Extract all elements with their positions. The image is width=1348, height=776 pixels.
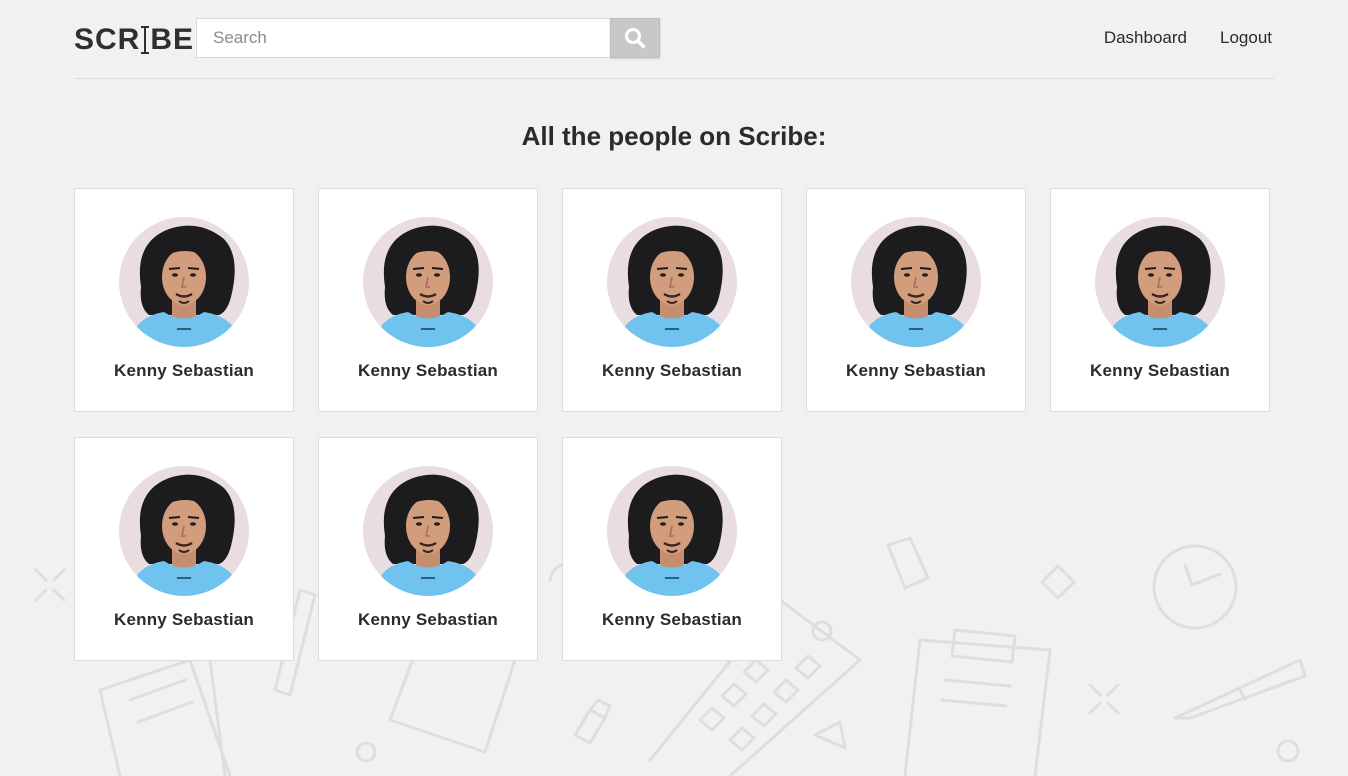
logo-text-left: SCR [74, 23, 141, 56]
avatar [363, 217, 493, 347]
person-name: Kenny Sebastian [1090, 361, 1230, 380]
top-nav: Dashboard Logout [1104, 28, 1272, 48]
avatar [1095, 217, 1225, 347]
person-name: Kenny Sebastian [114, 610, 254, 629]
page: SCR BE Dashboard Logout All the people o… [74, 0, 1274, 661]
search-input[interactable] [196, 18, 610, 58]
person-name: Kenny Sebastian [846, 361, 986, 380]
logo-cursor-glyph [141, 26, 150, 54]
scribe-logo[interactable]: SCR BE [74, 24, 194, 56]
person-card[interactable]: Kenny Sebastian [74, 188, 294, 412]
person-card[interactable]: Kenny Sebastian [806, 188, 1026, 412]
person-card[interactable]: Kenny Sebastian [318, 188, 538, 412]
nav-link-dashboard[interactable]: Dashboard [1104, 28, 1187, 48]
person-name: Kenny Sebastian [114, 361, 254, 380]
avatar [851, 217, 981, 347]
search-bar [196, 18, 660, 58]
person-card[interactable]: Kenny Sebastian [562, 188, 782, 412]
person-name: Kenny Sebastian [358, 361, 498, 380]
person-card[interactable]: Kenny Sebastian [74, 437, 294, 661]
avatar [607, 217, 737, 347]
person-name: Kenny Sebastian [358, 610, 498, 629]
search-button[interactable] [610, 18, 660, 58]
person-name: Kenny Sebastian [602, 610, 742, 629]
person-card[interactable]: Kenny Sebastian [318, 437, 538, 661]
top-header: SCR BE Dashboard Logout [74, 0, 1274, 79]
person-name: Kenny Sebastian [602, 361, 742, 380]
nav-link-logout[interactable]: Logout [1220, 28, 1272, 48]
avatar [119, 217, 249, 347]
avatar [607, 466, 737, 596]
search-icon [625, 28, 646, 49]
logo-text-right: BE [150, 23, 195, 56]
person-card[interactable]: Kenny Sebastian [1050, 188, 1270, 412]
avatar [363, 466, 493, 596]
people-grid: Kenny Sebastian Kenny Sebastian Kenny Se… [74, 188, 1274, 661]
person-card[interactable]: Kenny Sebastian [562, 437, 782, 661]
page-title: All the people on Scribe: [521, 121, 827, 151]
avatar [119, 466, 249, 596]
